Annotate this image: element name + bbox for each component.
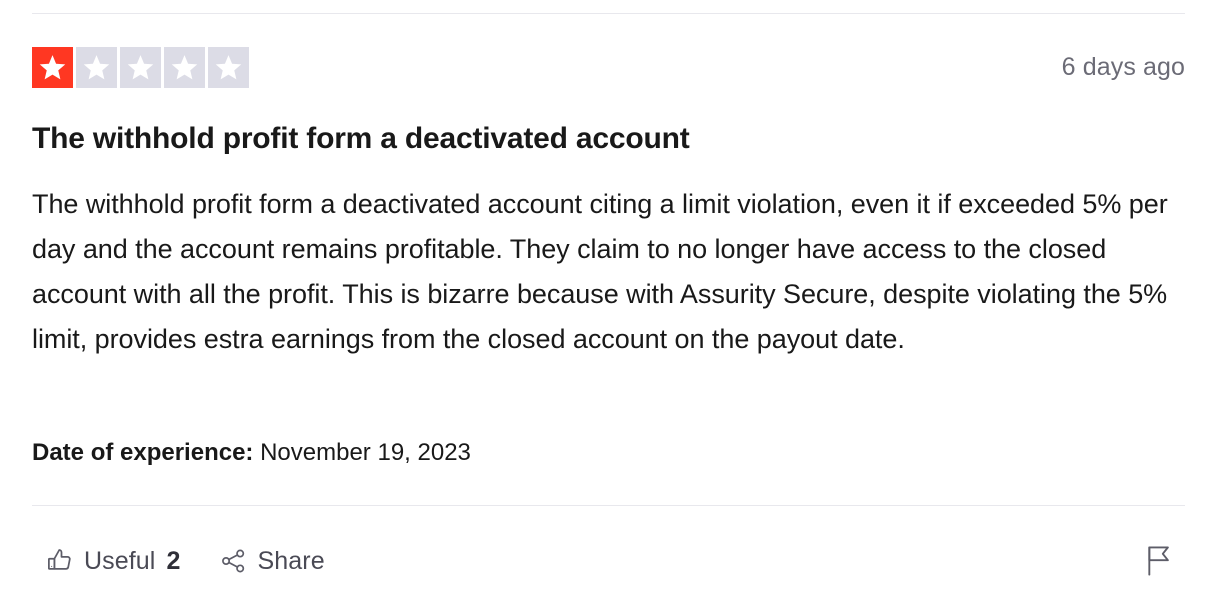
share-label: Share bbox=[257, 546, 325, 575]
share-nodes-icon bbox=[220, 547, 248, 575]
star-icon-3 bbox=[120, 46, 161, 88]
useful-count: 2 bbox=[166, 546, 181, 575]
review-actions: Useful 2 Share bbox=[32, 537, 1185, 585]
review-body-text: The withhold profit form a deactivated a… bbox=[32, 189, 1168, 354]
review-timestamp: 6 days ago bbox=[1061, 52, 1185, 81]
useful-button[interactable]: Useful 2 bbox=[45, 546, 180, 576]
useful-label: Useful bbox=[84, 546, 156, 575]
star-icon-4 bbox=[164, 46, 205, 88]
report-button[interactable] bbox=[1143, 544, 1175, 578]
share-button[interactable]: Share bbox=[220, 546, 325, 576]
flag-icon bbox=[1143, 544, 1175, 578]
date-of-experience-value: November 19, 2023 bbox=[260, 439, 471, 466]
divider-footer bbox=[32, 505, 1185, 506]
review-title: The withhold profit form a deactivated a… bbox=[32, 122, 690, 155]
review-header: 6 days ago bbox=[32, 46, 1185, 88]
review-card: 6 days ago The withhold profit form a de… bbox=[0, 0, 1220, 600]
date-of-experience: Date of experience: November 19, 2023 bbox=[32, 437, 471, 469]
star-rating bbox=[32, 46, 249, 88]
thumbs-up-icon bbox=[45, 546, 75, 576]
star-icon-1 bbox=[32, 46, 73, 88]
date-of-experience-label: Date of experience: bbox=[32, 439, 254, 466]
divider-top bbox=[32, 13, 1185, 14]
star-icon-2 bbox=[76, 46, 117, 88]
star-icon-5 bbox=[208, 46, 249, 88]
